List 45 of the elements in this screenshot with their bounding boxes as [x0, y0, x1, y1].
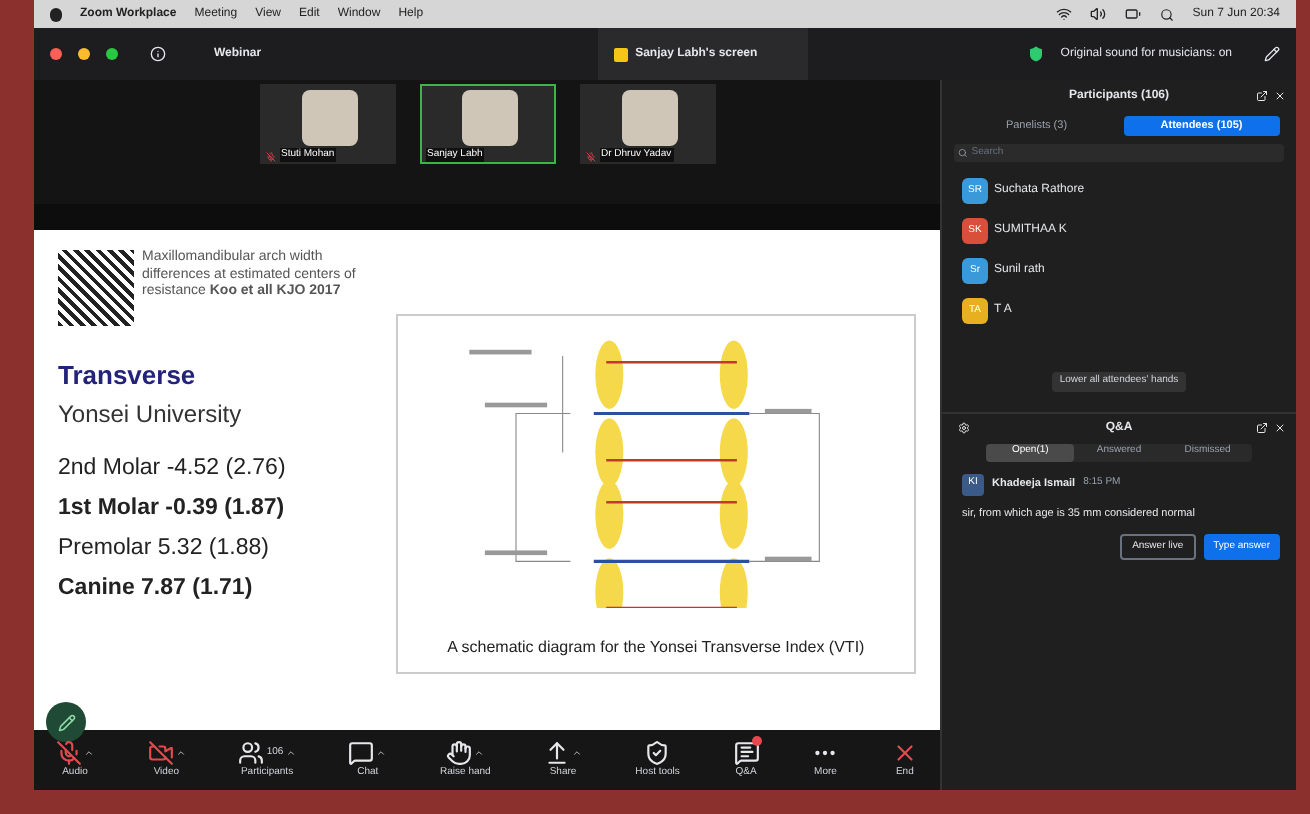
close-icon[interactable] [1274, 90, 1286, 102]
search-icon [958, 148, 968, 158]
question-icon [733, 739, 760, 766]
end-icon [891, 739, 918, 766]
wifi-icon[interactable] [1056, 6, 1073, 22]
caret-icon [474, 747, 485, 758]
caret-icon [175, 747, 186, 758]
shield-icon [1028, 46, 1045, 62]
pencil-icon[interactable] [1264, 46, 1280, 62]
maximize-window-icon[interactable] [106, 48, 118, 60]
shield-icon [644, 739, 671, 766]
pop-out-icon[interactable] [1256, 422, 1268, 434]
screen-icon [613, 47, 628, 61]
video-placeholder [621, 90, 677, 146]
close-window-icon[interactable] [50, 48, 62, 60]
volume-icon[interactable] [1090, 6, 1107, 22]
people-icon [238, 739, 265, 766]
close-icon[interactable] [1274, 422, 1286, 434]
slide-subheading: Yonsei University [58, 397, 244, 431]
muted-microphone-icon [265, 152, 275, 162]
slide-heading: Transverse [58, 358, 198, 394]
video-placeholder [301, 90, 357, 146]
qr-code-placeholder [58, 250, 134, 326]
share-icon [544, 739, 570, 766]
measurement-text: Canine 7.87 (1.71) [58, 574, 255, 605]
muted-microphone-icon [585, 152, 595, 162]
pop-out-icon[interactable] [1256, 90, 1268, 102]
settings-icon[interactable] [958, 422, 970, 434]
annotate-button[interactable] [46, 702, 86, 742]
caret-icon [285, 747, 296, 758]
battery-icon[interactable] [1124, 6, 1143, 22]
measurement-text: 1st Molar -0.39 (1.87) [58, 493, 287, 524]
caret-icon [572, 747, 582, 758]
minimize-window-icon[interactable] [78, 48, 90, 60]
measurement-text: Premolar 5.32 (1.88) [58, 534, 271, 564]
measurement-text: 2nd Molar -4.52 (2.76) [58, 453, 288, 483]
chat-icon [348, 739, 375, 766]
search-icon[interactable] [1160, 7, 1175, 21]
caret-icon [84, 747, 94, 758]
pencil-icon [57, 713, 75, 731]
figure-caption: A schematic diagram for the Yonsei Transverse Index (VTI) [447, 636, 865, 660]
info-icon[interactable] [150, 46, 166, 62]
video-placeholder [461, 90, 517, 146]
caret-icon [376, 747, 387, 758]
hand-icon [446, 739, 473, 766]
